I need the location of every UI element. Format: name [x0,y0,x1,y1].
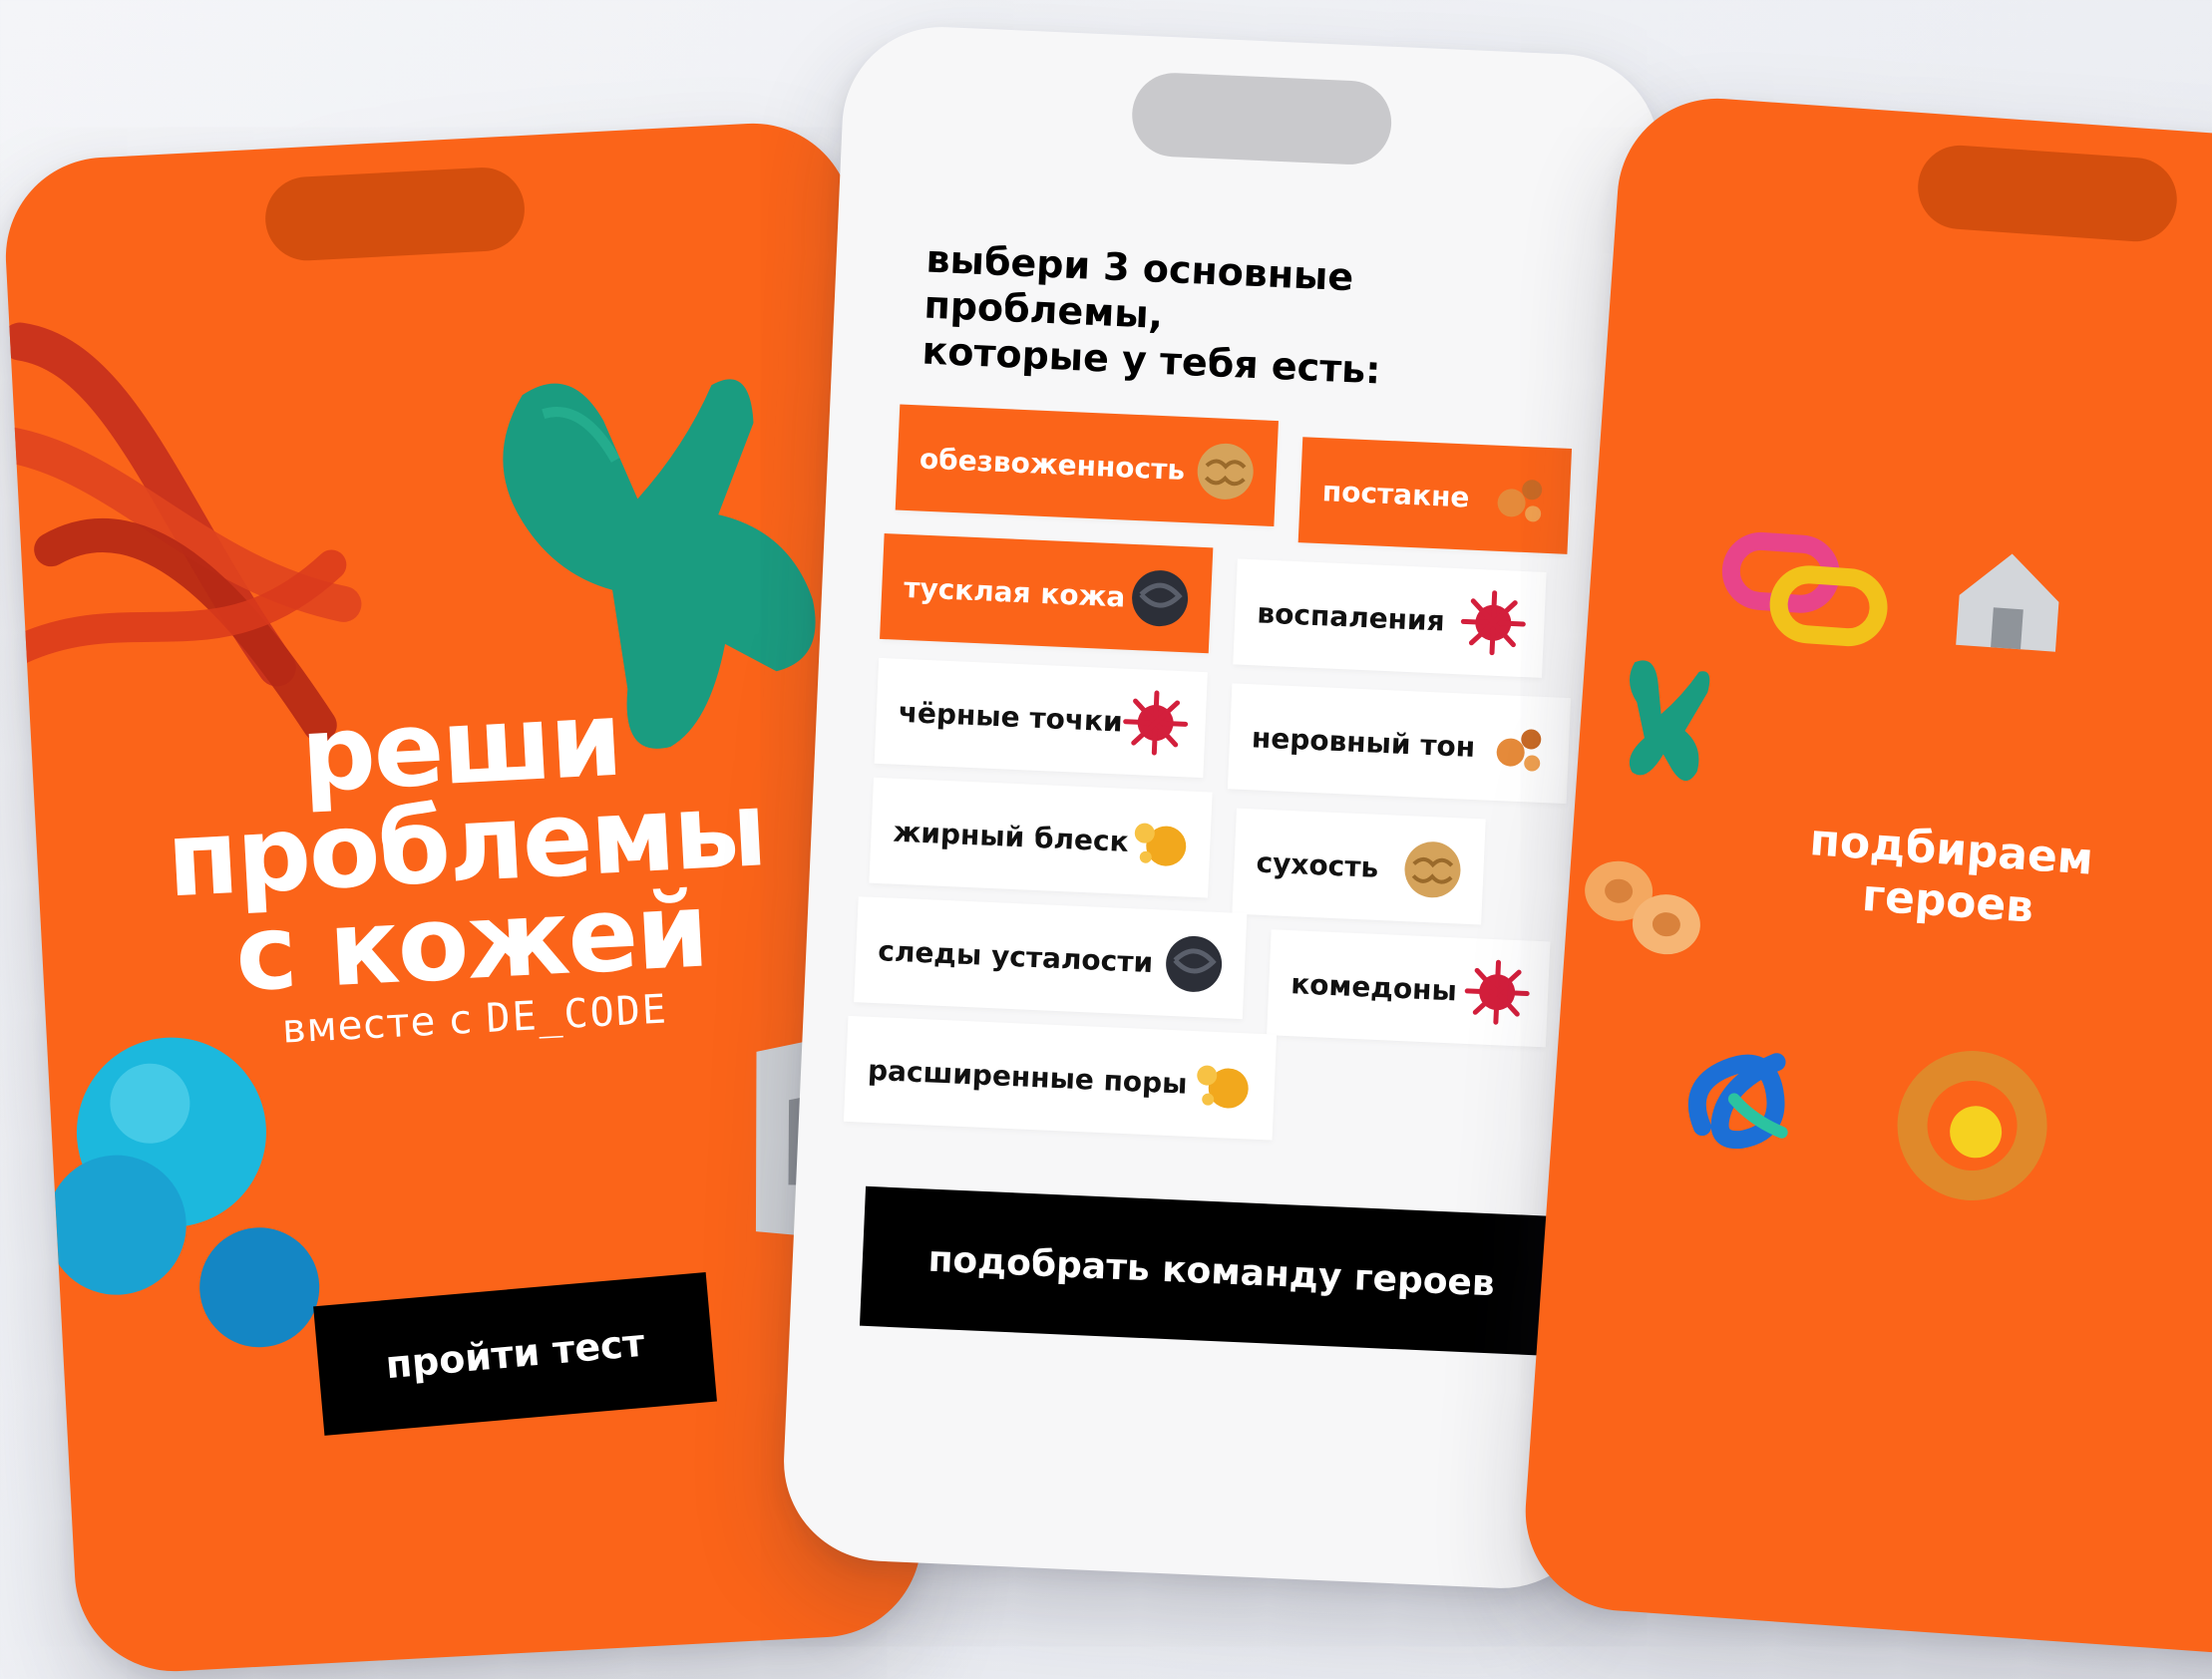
option-chip[interactable]: тусклая кожа [880,532,1214,654]
option-label: жирный блеск [892,815,1130,858]
option-label: комедоны [1290,966,1458,1007]
option-chip[interactable]: воспаления [1233,558,1547,678]
option-chip[interactable]: расширенные поры [843,1015,1278,1141]
droplets-icon [1496,729,1542,772]
option-chip[interactable]: комедоны [1267,929,1551,1048]
option-label: сухость [1255,845,1379,884]
match-heroes-button[interactable]: подобрать команду героев [859,1185,1564,1357]
brand-logo-text: DE_CODE [485,986,669,1042]
silver-house-3d-decoration [1956,553,2059,652]
phone-screen-quiz: выбери 3 основные проблемы, которые у те… [779,22,1664,1593]
pasta-shapes-3d-decoration [1585,860,1700,955]
phone-notch [1130,71,1393,167]
option-chip[interactable]: обезвоженность [895,404,1279,527]
option-chip[interactable]: жирный блеск [869,777,1213,898]
droplets-icon [1497,480,1543,522]
option-chip[interactable]: чёрные точки [874,657,1208,779]
chain-link-3d-decoration [1721,531,1888,647]
option-chip[interactable]: сухость [1232,808,1486,925]
amber-ring-3d-decoration [1897,1051,2047,1201]
walnut-icon [1404,841,1461,898]
green-coral-small-decoration [1629,660,1710,782]
option-label: обезвоженность [919,441,1186,487]
option-chip[interactable]: неровный тон [1227,683,1572,805]
walnut-icon [1197,443,1254,500]
dark-blob-icon [1166,935,1223,992]
quiz-question: выбери 3 основные проблемы, которые у те… [922,236,1605,404]
option-label: тусклая кожа [903,570,1127,614]
option-label: расширенные поры [867,1053,1189,1101]
intro-subtitle-prefix: вместе с [280,996,474,1053]
spiky-ball-icon [1460,590,1526,656]
phone-notch [263,165,528,263]
spiky-ball-icon [1123,690,1189,756]
phone-screen-loading: подбираем героев [1519,92,2212,1663]
blue-knot-3d-decoration [1687,1053,1788,1150]
oil-drops-icon [1197,1065,1249,1109]
option-chip[interactable]: постакне [1297,437,1573,554]
start-test-button[interactable]: пройти тест [313,1271,717,1436]
spiky-ball-icon [1464,959,1530,1025]
option-label: постакне [1321,474,1471,514]
loading-title: подбираем героев [1717,809,2182,944]
option-label: чёрные точки [898,695,1124,739]
option-label: неровный тон [1251,720,1476,764]
blue-spheres-3d-decoration [46,1037,320,1348]
phone-notch [1915,143,2180,244]
dark-blob-icon [1132,570,1189,627]
option-chip[interactable]: следы усталости [854,896,1248,1020]
intro-title: реши проблемы с кожей [70,678,862,1015]
oil-drops-icon [1135,823,1187,866]
option-label: воспаления [1256,595,1446,638]
option-label: следы усталости [877,933,1154,979]
